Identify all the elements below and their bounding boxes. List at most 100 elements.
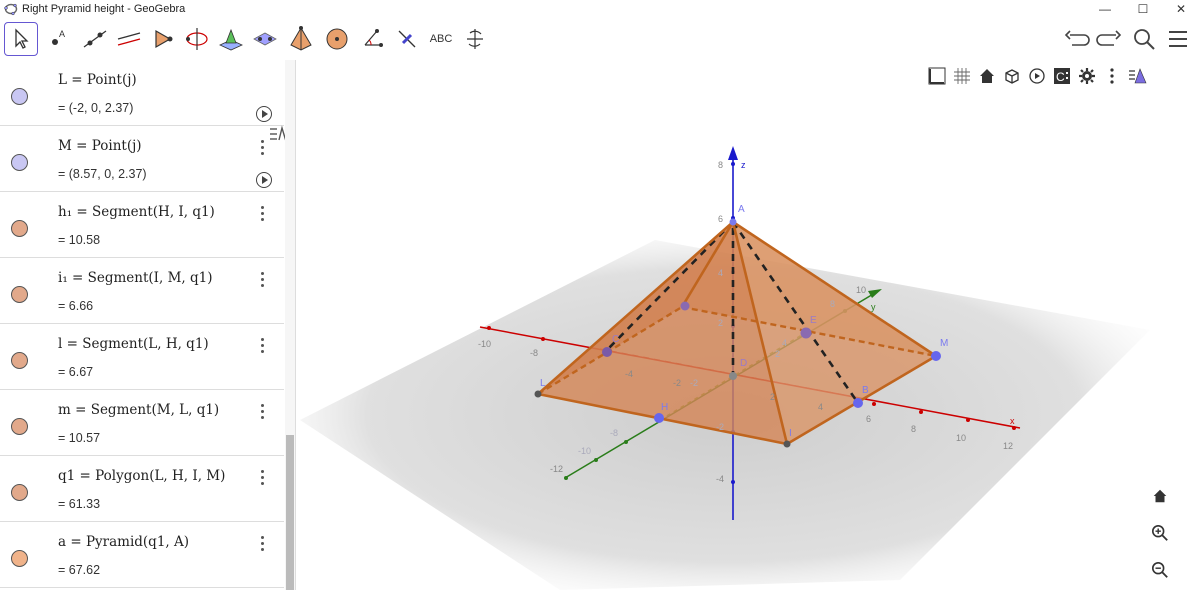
y-tick-label: 10 (856, 285, 866, 295)
algebra-item-L[interactable]: L = Point(j) = (-2, 0, 2.37) (0, 60, 284, 126)
y-tick-label: 8 (830, 299, 835, 309)
point-C[interactable] (602, 347, 612, 357)
z-tick-label: 6 (718, 214, 723, 224)
intersect-tool-button[interactable] (146, 22, 180, 56)
axes-toggle[interactable] (926, 65, 948, 87)
point-L[interactable] (534, 390, 542, 398)
point-D[interactable] (680, 301, 690, 311)
view-direction-button[interactable] (1001, 65, 1023, 87)
search-icon[interactable] (1130, 25, 1158, 53)
more-options-button[interactable] (1101, 65, 1123, 87)
more-options-icon[interactable] (261, 272, 267, 290)
point-A[interactable] (729, 218, 737, 226)
more-options-icon[interactable] (261, 536, 267, 554)
svg-text:C: C (1056, 70, 1065, 84)
grid-icon (954, 68, 970, 84)
algebra-definition: l = Segment(L, H, q1) (58, 336, 209, 352)
point-tool-button[interactable]: A (42, 22, 76, 56)
label-B: B (862, 385, 869, 396)
rotate-animation-button[interactable] (1026, 65, 1048, 87)
close-button[interactable]: ✕ (1162, 0, 1200, 18)
algebra-value: = 67.62 (58, 563, 101, 577)
visibility-marble[interactable] (11, 154, 28, 171)
perpendicular-line-tool-button[interactable] (112, 22, 146, 56)
point-H[interactable] (654, 413, 664, 423)
algebra-scrollbar[interactable] (285, 60, 295, 590)
hamburger-menu-icon[interactable] (1164, 25, 1192, 53)
grid-toggle[interactable] (951, 65, 973, 87)
line-tool-button[interactable] (78, 22, 112, 56)
points-plane-icon (253, 32, 277, 46)
visibility-marble[interactable] (11, 418, 28, 435)
maximize-button[interactable]: ☐ (1124, 0, 1162, 18)
visibility-marble[interactable] (11, 484, 28, 501)
vertical-dots-icon (1110, 68, 1114, 84)
point-origin[interactable] (729, 372, 737, 380)
x-tick-label: 4 (818, 402, 823, 412)
undo-icon[interactable] (1062, 25, 1090, 53)
label-C: C (612, 334, 619, 345)
algebra-item-m[interactable]: m = Segment(M, L, q1) = 10.57 (0, 390, 284, 456)
visibility-marble[interactable] (11, 286, 28, 303)
algebra-item-l[interactable]: l = Segment(L, H, q1) = 6.67 (0, 324, 284, 390)
algebra-value: = 61.33 (58, 497, 101, 511)
plane-tool-button[interactable] (214, 22, 248, 56)
label-H: H (661, 402, 668, 413)
visibility-marble[interactable] (11, 220, 28, 237)
play-icon[interactable] (256, 106, 272, 122)
rotate-view-tool-button[interactable] (458, 22, 492, 56)
clipping-button[interactable]: C (1051, 65, 1073, 87)
scrollbar-thumb[interactable] (286, 435, 294, 590)
more-options-icon[interactable] (261, 470, 267, 488)
sphere-tool-button[interactable] (320, 22, 354, 56)
algebra-item-a[interactable]: a = Pyramid(q1, A) = 67.62 (0, 522, 284, 588)
zoom-out-button[interactable] (1148, 558, 1172, 582)
point-B[interactable] (853, 398, 863, 408)
3d-scene[interactable]: A B C D E H I L M x y z -10 -8 -4 -2 2 4… (297, 60, 1200, 590)
algebra-item-i1[interactable]: i₁ = Segment(I, M, q1) = 6.66 (0, 258, 284, 324)
home-view-button[interactable] (1148, 484, 1172, 508)
more-options-icon[interactable] (261, 338, 267, 356)
graphics-style-toggle[interactable] (1126, 65, 1148, 87)
visibility-marble[interactable] (11, 88, 28, 105)
svg-text:A: A (59, 29, 65, 39)
algebra-item-h1[interactable]: h₁ = Segment(H, I, q1) = 10.58 (0, 192, 284, 258)
z-axis-label: z (741, 160, 746, 170)
graphics-3d-view[interactable]: A B C D E H I L M x y z -10 -8 -4 -2 2 4… (297, 60, 1200, 590)
sphere-icon (326, 28, 348, 50)
text-tool-label: ABC (429, 33, 453, 45)
home-icon (1153, 489, 1167, 503)
pyramid-tool-button[interactable] (284, 22, 318, 56)
y-tick-label: -2 (690, 378, 698, 388)
y-tick-label: -12 (550, 464, 563, 474)
algebra-item-M[interactable]: M = Point(j) = (8.57, 0, 2.37) (0, 126, 284, 192)
y-tick-label: 4 (782, 338, 787, 348)
perpendicular-plane-tool-button[interactable] (248, 22, 282, 56)
minimize-button[interactable]: — (1086, 0, 1124, 18)
more-options-icon[interactable] (261, 404, 267, 422)
rotate-view-icon (467, 29, 483, 49)
angle-tool-button[interactable] (356, 22, 390, 56)
visibility-marble[interactable] (11, 352, 28, 369)
x-tick-label: -8 (530, 348, 538, 358)
point-I[interactable] (783, 440, 791, 448)
more-options-icon[interactable] (261, 206, 267, 224)
algebra-value: = 10.57 (58, 431, 101, 445)
text-tool-button[interactable]: ABC (424, 22, 458, 56)
point-M[interactable] (931, 351, 941, 361)
standard-view-button[interactable] (976, 65, 998, 87)
x-tick-label: 12 (1003, 441, 1013, 451)
redo-icon[interactable] (1096, 25, 1124, 53)
reflect-tool-button[interactable] (390, 22, 424, 56)
algebra-definition: a = Pyramid(q1, A) (58, 534, 190, 550)
style-bar-pyramid-icon (1129, 68, 1147, 84)
zoom-in-button[interactable] (1148, 521, 1172, 545)
point-E[interactable] (800, 327, 812, 339)
more-options-icon[interactable] (261, 140, 267, 158)
play-icon[interactable] (256, 172, 272, 188)
move-tool-button[interactable] (4, 22, 38, 56)
settings-button[interactable] (1076, 65, 1098, 87)
circle-tool-button[interactable] (180, 22, 214, 56)
algebra-item-q1[interactable]: q1 = Polygon(L, H, I, M) = 61.33 (0, 456, 284, 522)
visibility-marble[interactable] (11, 550, 28, 567)
